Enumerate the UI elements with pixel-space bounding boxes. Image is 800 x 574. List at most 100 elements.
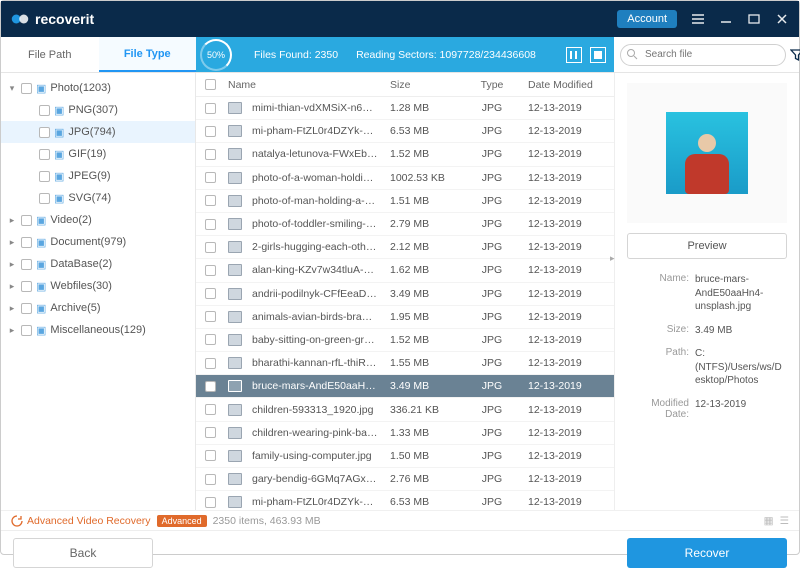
maximize-icon[interactable]: [747, 12, 761, 26]
tree-checkbox[interactable]: [21, 83, 32, 94]
row-checkbox[interactable]: [205, 358, 216, 369]
tree-item[interactable]: ▣ JPG(794): [1, 121, 195, 143]
tree-checkbox[interactable]: [21, 303, 32, 314]
file-row[interactable]: children-wearing-pink-ball-dress-360... …: [196, 422, 614, 445]
tree-checkbox[interactable]: [39, 149, 50, 160]
row-checkbox[interactable]: [205, 103, 216, 114]
image-file-icon: [228, 288, 242, 300]
file-row[interactable]: alan-king-KZv7w34tluA-unsplash.jpg 1.62 …: [196, 259, 614, 282]
file-row[interactable]: children-593313_1920.jpg 336.21 KB JPG 1…: [196, 398, 614, 421]
image-file-icon: [228, 496, 242, 508]
row-checkbox[interactable]: [205, 334, 216, 345]
row-checkbox[interactable]: [205, 265, 216, 276]
col-name[interactable]: Name: [222, 79, 384, 91]
row-checkbox[interactable]: [205, 242, 216, 253]
row-checkbox[interactable]: [205, 381, 216, 392]
row-checkbox[interactable]: [205, 219, 216, 230]
file-size: 2.12 MB: [384, 241, 462, 253]
tab-file-path[interactable]: File Path: [1, 37, 99, 72]
file-row[interactable]: mimi-thian-vdXMSiX-n6M-unsplash.jpg 1.28…: [196, 97, 614, 120]
pause-scan-button[interactable]: [566, 47, 582, 63]
file-row[interactable]: mi-pham-FtZL0r4DZYk-unsplash.jpg 6.53 MB…: [196, 120, 614, 143]
expand-icon[interactable]: ▸: [7, 237, 17, 248]
file-row[interactable]: gary-bendig-6GMq7AGxNbE-unsplas... 2.76 …: [196, 468, 614, 491]
stop-scan-button[interactable]: [590, 47, 606, 63]
view-list-icon[interactable]: ☰: [780, 515, 789, 527]
tree-checkbox[interactable]: [21, 259, 32, 270]
tree-item[interactable]: ▸ ▣ Miscellaneous(129): [1, 319, 195, 341]
account-button[interactable]: Account: [617, 10, 677, 28]
tree-checkbox[interactable]: [39, 105, 50, 116]
file-row[interactable]: photo-of-a-woman-holding-an-ipad-7... 10…: [196, 167, 614, 190]
row-checkbox[interactable]: [205, 311, 216, 322]
tree-item[interactable]: ▸ ▣ Webfiles(30): [1, 275, 195, 297]
select-all-checkbox[interactable]: [205, 79, 216, 90]
row-checkbox[interactable]: [205, 149, 216, 160]
expand-icon[interactable]: ▸: [7, 281, 17, 292]
expand-icon[interactable]: ▸: [7, 215, 17, 226]
file-name: baby-sitting-on-green-grass-beside-...: [248, 334, 378, 346]
row-checkbox[interactable]: [205, 126, 216, 137]
tree-item[interactable]: ▸ ▣ DataBase(2): [1, 253, 195, 275]
file-size: 1.50 MB: [384, 450, 462, 462]
view-grid-icon[interactable]: ▦: [764, 515, 774, 527]
tree-checkbox[interactable]: [39, 171, 50, 182]
collapse-panel-icon[interactable]: ▸: [610, 253, 615, 264]
filter-icon[interactable]: [790, 48, 800, 62]
menu-icon[interactable]: [691, 12, 705, 26]
back-button[interactable]: Back: [13, 538, 153, 568]
file-row[interactable]: photo-of-man-holding-a-book-92702... 1.5…: [196, 190, 614, 213]
tree-checkbox[interactable]: [39, 193, 50, 204]
tree-checkbox[interactable]: [39, 127, 50, 138]
expand-icon[interactable]: ▾: [7, 83, 17, 94]
row-checkbox[interactable]: [205, 172, 216, 183]
tree-checkbox[interactable]: [21, 237, 32, 248]
col-type[interactable]: Type: [462, 79, 522, 91]
row-checkbox[interactable]: [205, 497, 216, 508]
file-row[interactable]: 2-girls-hugging-each-other-outdoor-... 2…: [196, 236, 614, 259]
tree-checkbox[interactable]: [21, 281, 32, 292]
file-row[interactable]: mi-pham-FtZL0r4DZYk-unsplash.jpg 6.53 MB…: [196, 491, 614, 510]
row-checkbox[interactable]: [205, 450, 216, 461]
file-row[interactable]: andrii-podilnyk-CFfEeaDg1lI-unsplas... 3…: [196, 283, 614, 306]
row-checkbox[interactable]: [205, 474, 216, 485]
file-row[interactable]: bruce-mars-AndE50aaHn4-unsplash.... 3.49…: [196, 375, 614, 398]
expand-icon[interactable]: ▸: [7, 259, 17, 270]
file-name: gary-bendig-6GMq7AGxNbE-unsplas...: [248, 473, 378, 485]
tab-file-type[interactable]: File Type: [99, 37, 197, 72]
recover-button[interactable]: Recover: [627, 538, 787, 568]
file-size: 1.51 MB: [384, 195, 462, 207]
close-icon[interactable]: [775, 12, 789, 26]
minimize-icon[interactable]: [719, 12, 733, 26]
col-size[interactable]: Size: [384, 79, 462, 91]
row-checkbox[interactable]: [205, 195, 216, 206]
file-row[interactable]: photo-of-toddler-smiling-1912868.jpg 2.7…: [196, 213, 614, 236]
file-row[interactable]: family-using-computer.jpg 1.50 MB JPG 12…: [196, 445, 614, 468]
tree-item[interactable]: ▣ GIF(19): [1, 143, 195, 165]
tree-item[interactable]: ▸ ▣ Archive(5): [1, 297, 195, 319]
file-row[interactable]: bharathi-kannan-rfL-thiRzDs-unspla... 1.…: [196, 352, 614, 375]
meta-path-value: C:(NTFS)/Users/ws/Desktop/Photos: [695, 347, 787, 388]
col-date[interactable]: Date Modified: [522, 79, 614, 91]
search-input[interactable]: [620, 44, 786, 66]
tree-item[interactable]: ▸ ▣ Video(2): [1, 209, 195, 231]
file-row[interactable]: natalya-letunova-FWxEbL34i4Y-unspl... 1.…: [196, 143, 614, 166]
advanced-video-recovery-link[interactable]: Advanced Video Recovery: [11, 515, 151, 527]
tree-item[interactable]: ▣ SVG(74): [1, 187, 195, 209]
expand-icon[interactable]: ▸: [7, 303, 17, 314]
tree-item[interactable]: ▣ JPEG(9): [1, 165, 195, 187]
file-date: 12-13-2019: [522, 427, 614, 439]
tree-checkbox[interactable]: [21, 215, 32, 226]
tree-checkbox[interactable]: [21, 325, 32, 336]
row-checkbox[interactable]: [205, 427, 216, 438]
image-file-icon: [228, 195, 242, 207]
tree-item[interactable]: ▣ PNG(307): [1, 99, 195, 121]
row-checkbox[interactable]: [205, 288, 216, 299]
tree-item[interactable]: ▾ ▣ Photo(1203): [1, 77, 195, 99]
tree-item[interactable]: ▸ ▣ Document(979): [1, 231, 195, 253]
expand-icon[interactable]: ▸: [7, 325, 17, 336]
file-row[interactable]: baby-sitting-on-green-grass-beside-... 1…: [196, 329, 614, 352]
row-checkbox[interactable]: [205, 404, 216, 415]
preview-button[interactable]: Preview: [627, 233, 787, 259]
file-row[interactable]: animals-avian-birds-branch-459326.... 1.…: [196, 306, 614, 329]
